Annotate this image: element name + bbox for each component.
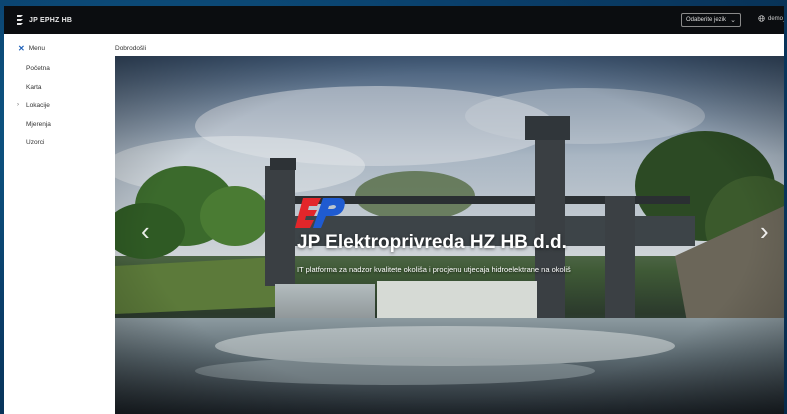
- chevron-right-icon: ›: [17, 102, 19, 108]
- sidebar-item-mjerenja[interactable]: Mjerenja: [26, 121, 51, 128]
- ep-brand-logo-icon: [295, 198, 345, 228]
- sidebar-item-label: Karta: [26, 84, 42, 91]
- carousel-next-button[interactable]: ›: [760, 216, 769, 247]
- main-content: Dobrodošli ‹ › JP Elektroprivreda HZ HB …: [104, 34, 784, 414]
- menu-toggle-button[interactable]: ✕ Menu: [18, 44, 45, 53]
- sidebar-item-label: Mjerenja: [26, 121, 51, 128]
- user-menu[interactable]: demo_u: [758, 15, 784, 22]
- language-select[interactable]: Odaberite jezik ⌄: [681, 13, 741, 27]
- sidebar-item-lokacije[interactable]: › Lokacije: [17, 102, 50, 109]
- language-select-value: Odaberite jezik: [686, 17, 727, 23]
- close-icon: ✕: [18, 44, 25, 53]
- globe-icon: [758, 15, 765, 22]
- hero-carousel: ‹ › JP Elektroprivreda HZ HB d.d. IT pla…: [115, 56, 784, 414]
- hero-title: JP Elektroprivreda HZ HB d.d.: [297, 232, 567, 253]
- sidebar-item-label: Uzorci: [26, 139, 45, 146]
- brand-name: JP EPHZ HB: [29, 16, 73, 24]
- sidebar-item-label: Početna: [26, 65, 50, 72]
- user-name: demo_u: [768, 15, 784, 22]
- sidebar-item-label: Lokacije: [26, 102, 50, 109]
- hero-subtitle: IT platforma za nadzor kvalitete okoliša…: [297, 265, 571, 274]
- sidebar-item-karta[interactable]: Karta: [26, 84, 42, 91]
- chevron-down-icon: ⌄: [730, 17, 736, 24]
- ep-logo-icon: [17, 15, 23, 25]
- sidebar: ✕ Menu Početna Karta › Lokacije Mjerenja…: [4, 34, 105, 414]
- carousel-prev-button[interactable]: ‹: [141, 216, 150, 247]
- app-window: JP EPHZ HB Odaberite jezik ⌄ demo_u ✕ Me…: [4, 6, 784, 414]
- top-bar: JP EPHZ HB Odaberite jezik ⌄ demo_u: [4, 6, 784, 34]
- brand-logo[interactable]: JP EPHZ HB: [16, 14, 72, 26]
- sidebar-item-pocetna[interactable]: Početna: [26, 65, 50, 72]
- menu-label: Menu: [28, 45, 45, 52]
- page-title: Dobrodošli: [115, 45, 147, 52]
- sidebar-item-uzorci[interactable]: Uzorci: [26, 139, 44, 146]
